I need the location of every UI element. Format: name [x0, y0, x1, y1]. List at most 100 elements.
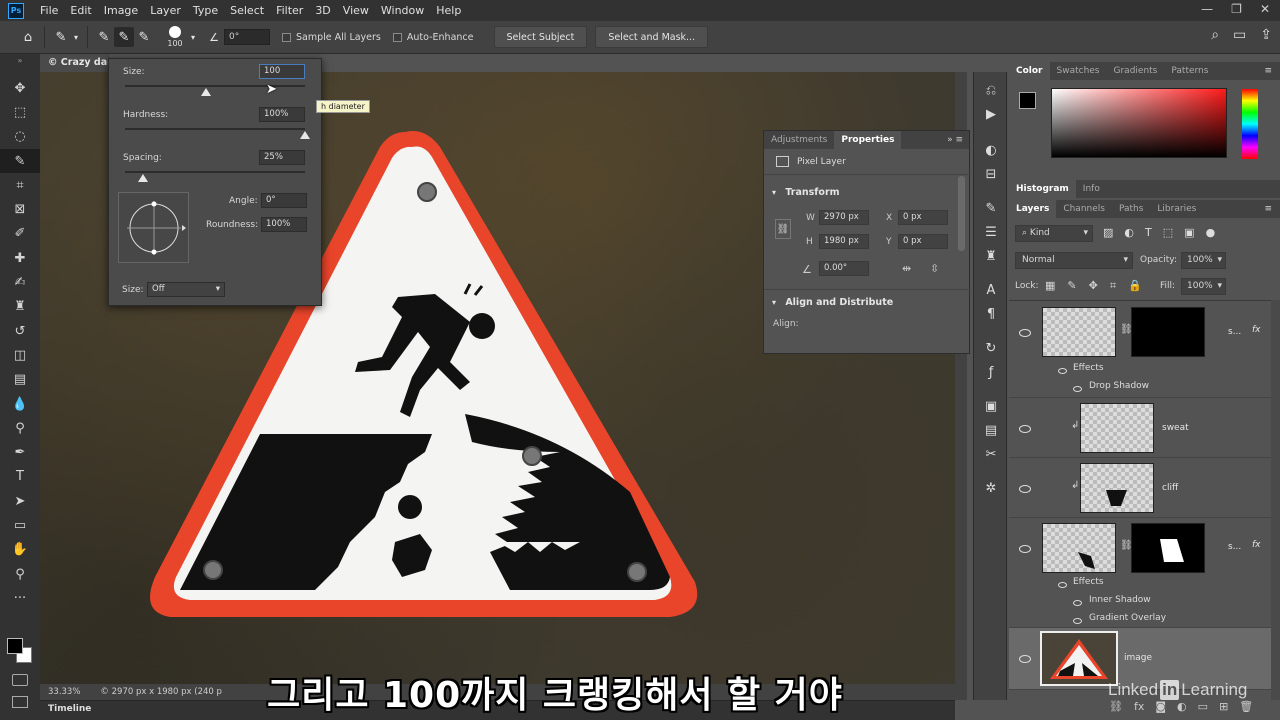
menu-3d[interactable]: 3D [309, 4, 336, 17]
brush-settings-icon[interactable]: ✎ [974, 196, 1008, 220]
effect-eye-icon[interactable] [1073, 600, 1082, 606]
new-group-icon[interactable]: ▭ [1198, 700, 1208, 713]
select-subject-button[interactable]: Select Subject [493, 26, 588, 48]
tab-patterns[interactable]: Patterns [1164, 62, 1215, 80]
menu-help[interactable]: Help [430, 4, 467, 17]
adjustment-filter-icon[interactable]: ◐ [1124, 226, 1134, 239]
brush-angle-dial[interactable] [118, 192, 189, 263]
layers-scrollbar[interactable] [1271, 300, 1280, 700]
effect-eye-icon[interactable] [1073, 386, 1082, 392]
type-filter-icon[interactable]: T [1145, 226, 1152, 239]
angle-input[interactable]: 0° [224, 29, 270, 45]
layer-name[interactable]: image [1124, 653, 1152, 663]
sample-all-layers-checkbox[interactable]: Sample All Layers [282, 32, 381, 43]
layer-name[interactable]: s... [1228, 327, 1241, 337]
styles-fx-icon[interactable]: ƒ [974, 360, 1008, 384]
tab-layers[interactable]: Layers [1009, 200, 1057, 218]
color-panel-foreground-swatch[interactable] [1019, 92, 1036, 109]
menu-type[interactable]: Type [187, 4, 224, 17]
y-input[interactable]: 0 px [898, 234, 948, 249]
zoom-tool-icon[interactable]: ⚲ [0, 562, 40, 586]
layer-mask-thumbnail[interactable] [1131, 523, 1205, 573]
size-input[interactable]: 100 [259, 64, 305, 79]
brush-tool-icon[interactable]: ✍ [0, 270, 40, 294]
smart-object-filter-icon[interactable]: ▣ [1184, 226, 1194, 239]
effect-eye-icon[interactable] [1073, 618, 1082, 624]
menu-image[interactable]: Image [98, 4, 144, 17]
effect-name[interactable]: Drop Shadow [1089, 381, 1149, 391]
align-distribute-section[interactable]: ▾ Align and Distribute [772, 297, 893, 308]
visibility-eye-icon[interactable] [1019, 425, 1031, 433]
tab-paths[interactable]: Paths [1112, 200, 1150, 218]
tab-adjustments[interactable]: Adjustments [764, 131, 834, 149]
type-tool-icon[interactable]: T [0, 465, 40, 489]
size-control-dropdown[interactable]: Off ▾ [147, 282, 225, 297]
visibility-eye-icon[interactable] [1019, 485, 1031, 493]
layer-filter-dropdown[interactable]: ⌕ Kind ▾ [1015, 225, 1093, 242]
workspace-icon[interactable]: ▭ [1233, 27, 1246, 43]
foreground-color-swatch[interactable] [7, 638, 23, 654]
quick-selection-tool-icon[interactable]: ✎ [0, 148, 40, 174]
tools-icon[interactable]: ✂ [974, 442, 1008, 466]
clone-source-icon[interactable]: ♜ [974, 244, 1008, 268]
pen-tool-icon[interactable]: ✒ [0, 440, 40, 464]
chevron-down-icon[interactable]: ▾ [188, 27, 198, 47]
properties-scrollbar[interactable] [958, 176, 965, 251]
adjustments-icon[interactable]: ◐ [974, 138, 1008, 162]
libraries-icon[interactable]: ▣ [974, 394, 1008, 418]
size-slider-knob[interactable] [201, 88, 211, 96]
home-icon[interactable]: ⌂ [18, 27, 38, 47]
layer-row[interactable]: ↲ cliff [1009, 458, 1271, 518]
visibility-eye-icon[interactable] [1019, 545, 1031, 553]
menu-select[interactable]: Select [224, 4, 270, 17]
effects-eye-icon[interactable] [1058, 368, 1067, 374]
paragraph-icon[interactable]: ¶ [974, 302, 1008, 326]
shape-filter-icon[interactable]: ⬚ [1163, 226, 1173, 239]
height-input[interactable]: 1980 px [819, 234, 869, 249]
color-picker-field[interactable] [1051, 88, 1227, 158]
subtract-selection-brush-icon[interactable]: ✎ [134, 27, 154, 47]
swatch-history-icon[interactable]: ↻ [974, 336, 1008, 360]
link-layers-icon[interactable]: ⛓ [1109, 700, 1123, 713]
search-icon[interactable]: ⌕ [1211, 27, 1219, 43]
layer-mask-thumbnail[interactable] [1131, 307, 1205, 357]
menu-view[interactable]: View [337, 4, 375, 17]
tab-gradients[interactable]: Gradients [1107, 62, 1165, 80]
fx-icon[interactable]: fx [1252, 325, 1261, 335]
visibility-eye-icon[interactable] [1019, 329, 1031, 337]
actions-play-icon[interactable]: ▶ [974, 102, 1008, 126]
spacing-slider-track[interactable] [125, 171, 305, 173]
lock-transparent-icon[interactable]: ▦ [1045, 279, 1055, 293]
tab-info[interactable]: Info [1076, 180, 1107, 198]
menu-filter[interactable]: Filter [270, 4, 309, 17]
effect-name[interactable]: Inner Shadow [1089, 595, 1151, 605]
tab-color[interactable]: Color [1009, 62, 1050, 80]
menu-layer[interactable]: Layer [144, 4, 187, 17]
blur-tool-icon[interactable]: 💧 [0, 392, 40, 416]
tab-properties[interactable]: Properties [834, 131, 902, 149]
angle-input[interactable]: 0° [261, 193, 307, 208]
dodge-tool-icon[interactable]: ⚲ [0, 416, 40, 440]
layer-name[interactable]: sweat [1162, 423, 1189, 433]
auto-enhance-checkbox[interactable]: Auto-Enhance [392, 32, 474, 43]
hardness-input[interactable]: 100% [259, 107, 305, 122]
crop-tool-icon[interactable]: ⌗ [0, 173, 40, 197]
effects-eye-icon[interactable] [1058, 582, 1067, 588]
delete-layer-icon[interactable]: 🗑 [1239, 700, 1253, 713]
tab-libraries[interactable]: Libraries [1150, 200, 1203, 218]
gradient-tool-icon[interactable]: ▤ [0, 368, 40, 392]
lock-artboard-icon[interactable]: ⌗ [1110, 279, 1116, 293]
minimize-button[interactable]: — [1201, 2, 1213, 16]
transform-section[interactable]: ▾ Transform [772, 187, 840, 198]
pixel-filter-icon[interactable]: ▨ [1103, 226, 1113, 239]
lock-position-icon[interactable]: ✥ [1089, 279, 1098, 293]
fill-input[interactable]: 100% ▾ [1181, 278, 1226, 295]
hand-tool-icon[interactable]: ✋ [0, 538, 40, 562]
roundness-input[interactable]: 100% [261, 217, 307, 232]
3d-icon[interactable]: ✲ [974, 476, 1008, 500]
flip-horizontal-icon[interactable]: ⇹ [902, 262, 911, 275]
history-brush-tool-icon[interactable]: ↺ [0, 319, 40, 343]
layer-row[interactable]: ⛓ s... fx Effects Drop Shadow [1009, 301, 1271, 398]
new-adjustment-icon[interactable]: ◐ [1177, 700, 1187, 713]
more-tools-icon[interactable]: ··· [0, 586, 40, 610]
